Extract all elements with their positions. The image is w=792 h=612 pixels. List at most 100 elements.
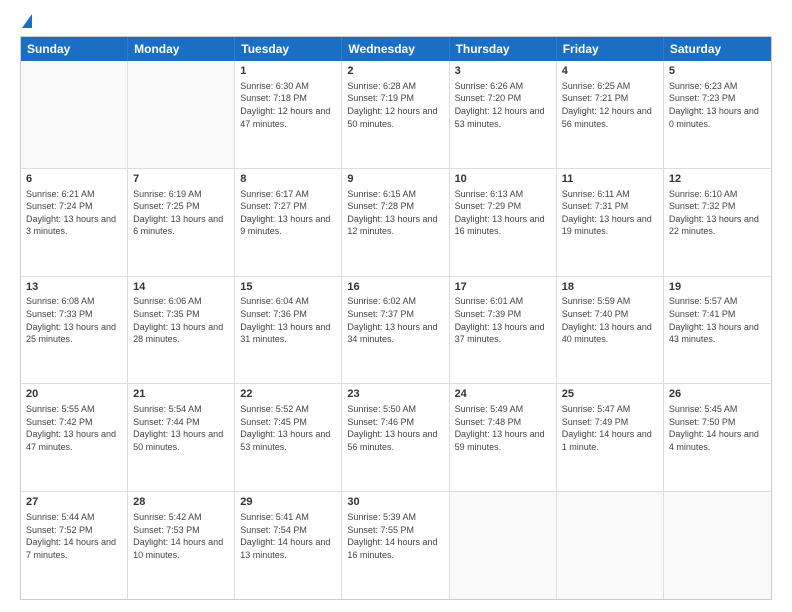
calendar-cell: 7Sunrise: 6:19 AM Sunset: 7:25 PM Daylig… bbox=[128, 169, 235, 276]
calendar-cell: 11Sunrise: 6:11 AM Sunset: 7:31 PM Dayli… bbox=[557, 169, 664, 276]
cell-info: Sunrise: 5:39 AM Sunset: 7:55 PM Dayligh… bbox=[347, 511, 443, 561]
day-number: 27 bbox=[26, 495, 122, 510]
cell-info: Sunrise: 6:30 AM Sunset: 7:18 PM Dayligh… bbox=[240, 80, 336, 130]
calendar-cell: 22Sunrise: 5:52 AM Sunset: 7:45 PM Dayli… bbox=[235, 384, 342, 491]
calendar-cell: 4Sunrise: 6:25 AM Sunset: 7:21 PM Daylig… bbox=[557, 61, 664, 168]
cal-header-day: Wednesday bbox=[342, 37, 449, 61]
cell-info: Sunrise: 5:42 AM Sunset: 7:53 PM Dayligh… bbox=[133, 511, 229, 561]
cell-info: Sunrise: 6:19 AM Sunset: 7:25 PM Dayligh… bbox=[133, 188, 229, 238]
cell-info: Sunrise: 5:49 AM Sunset: 7:48 PM Dayligh… bbox=[455, 403, 551, 453]
cell-info: Sunrise: 6:11 AM Sunset: 7:31 PM Dayligh… bbox=[562, 188, 658, 238]
day-number: 3 bbox=[455, 64, 551, 79]
calendar-cell bbox=[450, 492, 557, 599]
day-number: 4 bbox=[562, 64, 658, 79]
day-number: 25 bbox=[562, 387, 658, 402]
day-number: 10 bbox=[455, 172, 551, 187]
cal-header-day: Thursday bbox=[450, 37, 557, 61]
cell-info: Sunrise: 5:45 AM Sunset: 7:50 PM Dayligh… bbox=[669, 403, 766, 453]
cell-info: Sunrise: 5:54 AM Sunset: 7:44 PM Dayligh… bbox=[133, 403, 229, 453]
cell-info: Sunrise: 6:26 AM Sunset: 7:20 PM Dayligh… bbox=[455, 80, 551, 130]
day-number: 8 bbox=[240, 172, 336, 187]
day-number: 22 bbox=[240, 387, 336, 402]
day-number: 5 bbox=[669, 64, 766, 79]
day-number: 15 bbox=[240, 280, 336, 295]
cell-info: Sunrise: 5:57 AM Sunset: 7:41 PM Dayligh… bbox=[669, 295, 766, 345]
header bbox=[20, 16, 772, 28]
calendar-cell: 30Sunrise: 5:39 AM Sunset: 7:55 PM Dayli… bbox=[342, 492, 449, 599]
day-number: 29 bbox=[240, 495, 336, 510]
calendar-row: 27Sunrise: 5:44 AM Sunset: 7:52 PM Dayli… bbox=[21, 491, 771, 599]
calendar-cell: 28Sunrise: 5:42 AM Sunset: 7:53 PM Dayli… bbox=[128, 492, 235, 599]
cell-info: Sunrise: 5:59 AM Sunset: 7:40 PM Dayligh… bbox=[562, 295, 658, 345]
calendar-row: 13Sunrise: 6:08 AM Sunset: 7:33 PM Dayli… bbox=[21, 276, 771, 384]
day-number: 26 bbox=[669, 387, 766, 402]
cell-info: Sunrise: 5:55 AM Sunset: 7:42 PM Dayligh… bbox=[26, 403, 122, 453]
cell-info: Sunrise: 5:52 AM Sunset: 7:45 PM Dayligh… bbox=[240, 403, 336, 453]
logo bbox=[20, 16, 32, 28]
cell-info: Sunrise: 5:44 AM Sunset: 7:52 PM Dayligh… bbox=[26, 511, 122, 561]
calendar-cell: 29Sunrise: 5:41 AM Sunset: 7:54 PM Dayli… bbox=[235, 492, 342, 599]
logo-triangle-icon bbox=[22, 14, 32, 28]
cell-info: Sunrise: 6:17 AM Sunset: 7:27 PM Dayligh… bbox=[240, 188, 336, 238]
day-number: 2 bbox=[347, 64, 443, 79]
calendar-cell: 2Sunrise: 6:28 AM Sunset: 7:19 PM Daylig… bbox=[342, 61, 449, 168]
calendar-row: 20Sunrise: 5:55 AM Sunset: 7:42 PM Dayli… bbox=[21, 383, 771, 491]
cell-info: Sunrise: 5:41 AM Sunset: 7:54 PM Dayligh… bbox=[240, 511, 336, 561]
day-number: 30 bbox=[347, 495, 443, 510]
cell-info: Sunrise: 5:50 AM Sunset: 7:46 PM Dayligh… bbox=[347, 403, 443, 453]
page: SundayMondayTuesdayWednesdayThursdayFrid… bbox=[0, 0, 792, 612]
cell-info: Sunrise: 6:04 AM Sunset: 7:36 PM Dayligh… bbox=[240, 295, 336, 345]
cell-info: Sunrise: 6:13 AM Sunset: 7:29 PM Dayligh… bbox=[455, 188, 551, 238]
calendar-cell: 16Sunrise: 6:02 AM Sunset: 7:37 PM Dayli… bbox=[342, 277, 449, 384]
cell-info: Sunrise: 6:06 AM Sunset: 7:35 PM Dayligh… bbox=[133, 295, 229, 345]
calendar: SundayMondayTuesdayWednesdayThursdayFrid… bbox=[20, 36, 772, 600]
cell-info: Sunrise: 5:47 AM Sunset: 7:49 PM Dayligh… bbox=[562, 403, 658, 453]
cell-info: Sunrise: 6:15 AM Sunset: 7:28 PM Dayligh… bbox=[347, 188, 443, 238]
day-number: 9 bbox=[347, 172, 443, 187]
cal-header-day: Tuesday bbox=[235, 37, 342, 61]
day-number: 11 bbox=[562, 172, 658, 187]
day-number: 6 bbox=[26, 172, 122, 187]
calendar-cell: 6Sunrise: 6:21 AM Sunset: 7:24 PM Daylig… bbox=[21, 169, 128, 276]
calendar-cell bbox=[128, 61, 235, 168]
calendar-cell: 5Sunrise: 6:23 AM Sunset: 7:23 PM Daylig… bbox=[664, 61, 771, 168]
calendar-cell: 15Sunrise: 6:04 AM Sunset: 7:36 PM Dayli… bbox=[235, 277, 342, 384]
calendar-cell: 25Sunrise: 5:47 AM Sunset: 7:49 PM Dayli… bbox=[557, 384, 664, 491]
calendar-cell: 23Sunrise: 5:50 AM Sunset: 7:46 PM Dayli… bbox=[342, 384, 449, 491]
cal-header-day: Friday bbox=[557, 37, 664, 61]
calendar-cell: 21Sunrise: 5:54 AM Sunset: 7:44 PM Dayli… bbox=[128, 384, 235, 491]
calendar-body: 1Sunrise: 6:30 AM Sunset: 7:18 PM Daylig… bbox=[21, 61, 771, 599]
calendar-cell: 20Sunrise: 5:55 AM Sunset: 7:42 PM Dayli… bbox=[21, 384, 128, 491]
day-number: 18 bbox=[562, 280, 658, 295]
calendar-cell: 14Sunrise: 6:06 AM Sunset: 7:35 PM Dayli… bbox=[128, 277, 235, 384]
calendar-cell: 19Sunrise: 5:57 AM Sunset: 7:41 PM Dayli… bbox=[664, 277, 771, 384]
cell-info: Sunrise: 6:21 AM Sunset: 7:24 PM Dayligh… bbox=[26, 188, 122, 238]
day-number: 24 bbox=[455, 387, 551, 402]
day-number: 19 bbox=[669, 280, 766, 295]
calendar-cell: 9Sunrise: 6:15 AM Sunset: 7:28 PM Daylig… bbox=[342, 169, 449, 276]
calendar-cell: 13Sunrise: 6:08 AM Sunset: 7:33 PM Dayli… bbox=[21, 277, 128, 384]
cell-info: Sunrise: 6:28 AM Sunset: 7:19 PM Dayligh… bbox=[347, 80, 443, 130]
cell-info: Sunrise: 6:25 AM Sunset: 7:21 PM Dayligh… bbox=[562, 80, 658, 130]
calendar-cell: 12Sunrise: 6:10 AM Sunset: 7:32 PM Dayli… bbox=[664, 169, 771, 276]
day-number: 28 bbox=[133, 495, 229, 510]
day-number: 21 bbox=[133, 387, 229, 402]
calendar-cell bbox=[664, 492, 771, 599]
day-number: 14 bbox=[133, 280, 229, 295]
day-number: 17 bbox=[455, 280, 551, 295]
calendar-cell: 10Sunrise: 6:13 AM Sunset: 7:29 PM Dayli… bbox=[450, 169, 557, 276]
calendar-cell: 18Sunrise: 5:59 AM Sunset: 7:40 PM Dayli… bbox=[557, 277, 664, 384]
cell-info: Sunrise: 6:10 AM Sunset: 7:32 PM Dayligh… bbox=[669, 188, 766, 238]
day-number: 23 bbox=[347, 387, 443, 402]
day-number: 12 bbox=[669, 172, 766, 187]
cell-info: Sunrise: 6:08 AM Sunset: 7:33 PM Dayligh… bbox=[26, 295, 122, 345]
cal-header-day: Monday bbox=[128, 37, 235, 61]
calendar-cell bbox=[21, 61, 128, 168]
calendar-cell bbox=[557, 492, 664, 599]
calendar-cell: 26Sunrise: 5:45 AM Sunset: 7:50 PM Dayli… bbox=[664, 384, 771, 491]
calendar-cell: 17Sunrise: 6:01 AM Sunset: 7:39 PM Dayli… bbox=[450, 277, 557, 384]
calendar-cell: 8Sunrise: 6:17 AM Sunset: 7:27 PM Daylig… bbox=[235, 169, 342, 276]
day-number: 16 bbox=[347, 280, 443, 295]
calendar-header: SundayMondayTuesdayWednesdayThursdayFrid… bbox=[21, 37, 771, 61]
cal-header-day: Saturday bbox=[664, 37, 771, 61]
